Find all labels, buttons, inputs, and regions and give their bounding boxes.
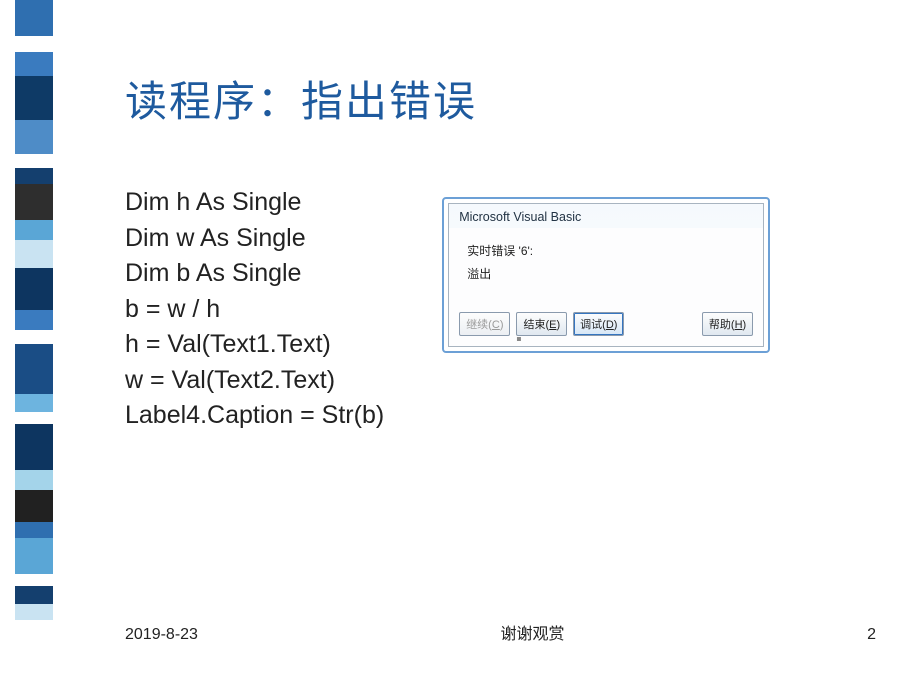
error-dialog-container: Microsoft Visual Basic 实时错误 '6': 溢出 继续(C… xyxy=(442,197,770,353)
stripe xyxy=(15,52,53,76)
stripe xyxy=(15,538,53,574)
stripe xyxy=(15,344,53,394)
stripe xyxy=(15,268,53,310)
code-line: Dim w As Single xyxy=(125,221,384,257)
footer-date: 2019-8-23 xyxy=(125,626,198,644)
stripe xyxy=(15,604,53,620)
stripe xyxy=(15,522,53,538)
code-line: Label4.Caption = Str(b) xyxy=(125,398,384,434)
stripe xyxy=(15,470,53,490)
stripe xyxy=(15,490,53,522)
slide-title: 读程序：指出错误 xyxy=(125,68,885,129)
dialog-body: 实时错误 '6': 溢出 xyxy=(449,228,763,304)
slide-footer: 2019-8-23 谢谢观赏 2 xyxy=(125,620,876,644)
stripe xyxy=(15,36,53,52)
stripe xyxy=(15,184,53,220)
stripe xyxy=(15,330,53,344)
stripe xyxy=(15,76,53,120)
code-line: Dim h As Single xyxy=(125,185,384,221)
code-line: Dim b As Single xyxy=(125,256,384,292)
debug-button[interactable]: 调试(D) xyxy=(573,312,624,336)
help-button[interactable]: 帮助(H) xyxy=(702,312,753,336)
stripe xyxy=(15,154,53,168)
footer-center-text: 谢谢观赏 xyxy=(501,620,565,644)
code-block: Dim h As SingleDim w As SingleDim b As S… xyxy=(125,185,384,434)
code-line: b = w / h xyxy=(125,292,384,328)
footer-page-number: 2 xyxy=(867,626,876,644)
stripe xyxy=(15,120,53,154)
stripe xyxy=(15,424,53,470)
stripe xyxy=(15,574,53,586)
decorative-sidebar xyxy=(15,0,53,620)
stripe xyxy=(15,220,53,240)
stripe xyxy=(15,240,53,268)
stripe xyxy=(15,394,53,412)
end-button[interactable]: 结束(E) xyxy=(516,312,567,336)
code-line: w = Val(Text2.Text) xyxy=(125,363,384,399)
stripe xyxy=(15,310,53,330)
code-line: h = Val(Text1.Text) xyxy=(125,327,384,363)
error-code-text: 实时错误 '6': xyxy=(467,242,745,259)
dialog-titlebar: Microsoft Visual Basic xyxy=(449,204,763,228)
error-dialog: Microsoft Visual Basic 实时错误 '6': 溢出 继续(C… xyxy=(448,203,764,347)
stripe xyxy=(15,586,53,604)
dialog-button-row: 继续(C) 结束(E) 调试(D) 帮助(H) xyxy=(449,304,763,346)
stripe xyxy=(15,412,53,424)
stripe xyxy=(15,168,53,184)
error-dialog-border: Microsoft Visual Basic 实时错误 '6': 溢出 继续(C… xyxy=(442,197,770,353)
bullet-dot-icon: ▪ xyxy=(516,331,522,349)
continue-button[interactable]: 继续(C) xyxy=(459,312,510,336)
slide-content: 读程序：指出错误 Dim h As SingleDim w As SingleD… xyxy=(125,68,885,434)
error-message-text: 溢出 xyxy=(467,265,745,282)
stripe xyxy=(15,0,53,36)
